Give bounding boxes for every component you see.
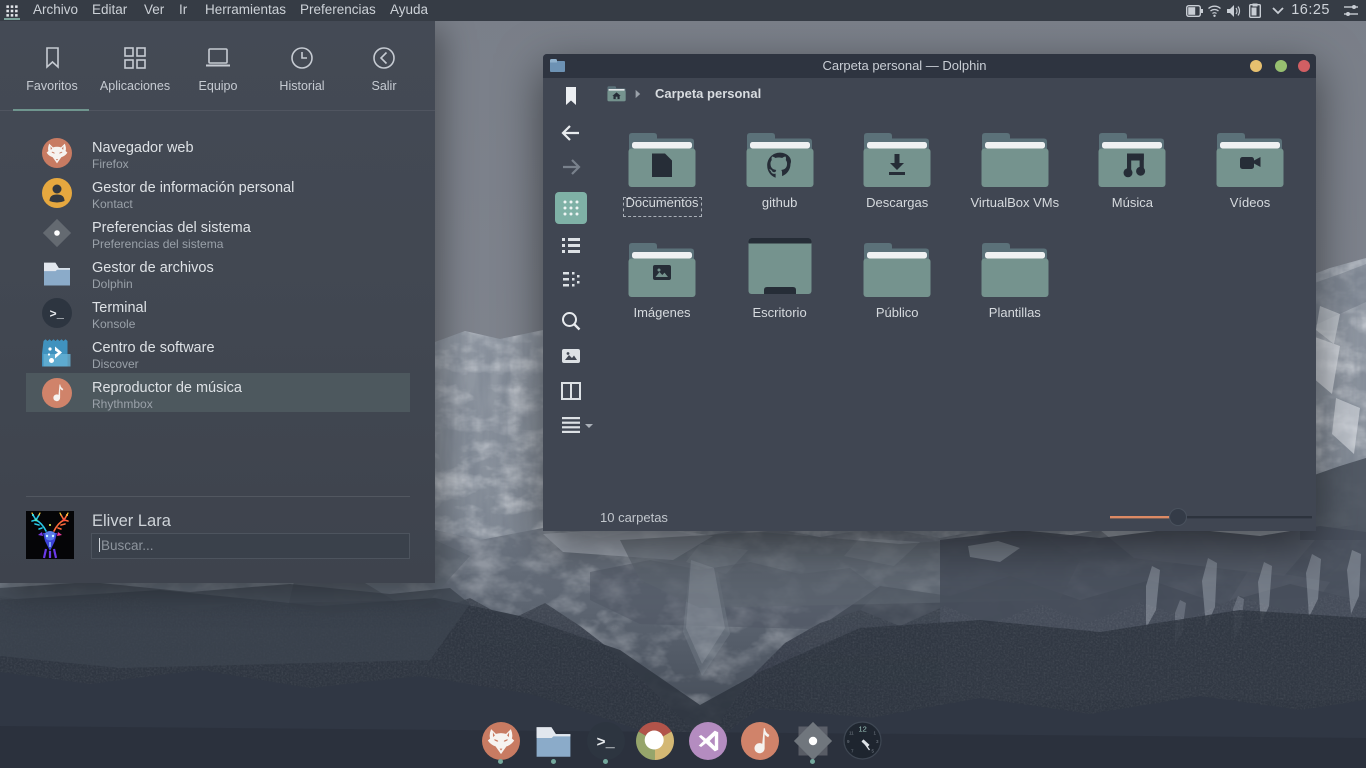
svg-text:>_: >_ — [597, 734, 616, 752]
svg-text:12: 12 — [859, 725, 867, 734]
svg-text:11: 11 — [849, 731, 854, 736]
svg-text:>_: >_ — [50, 307, 65, 321]
